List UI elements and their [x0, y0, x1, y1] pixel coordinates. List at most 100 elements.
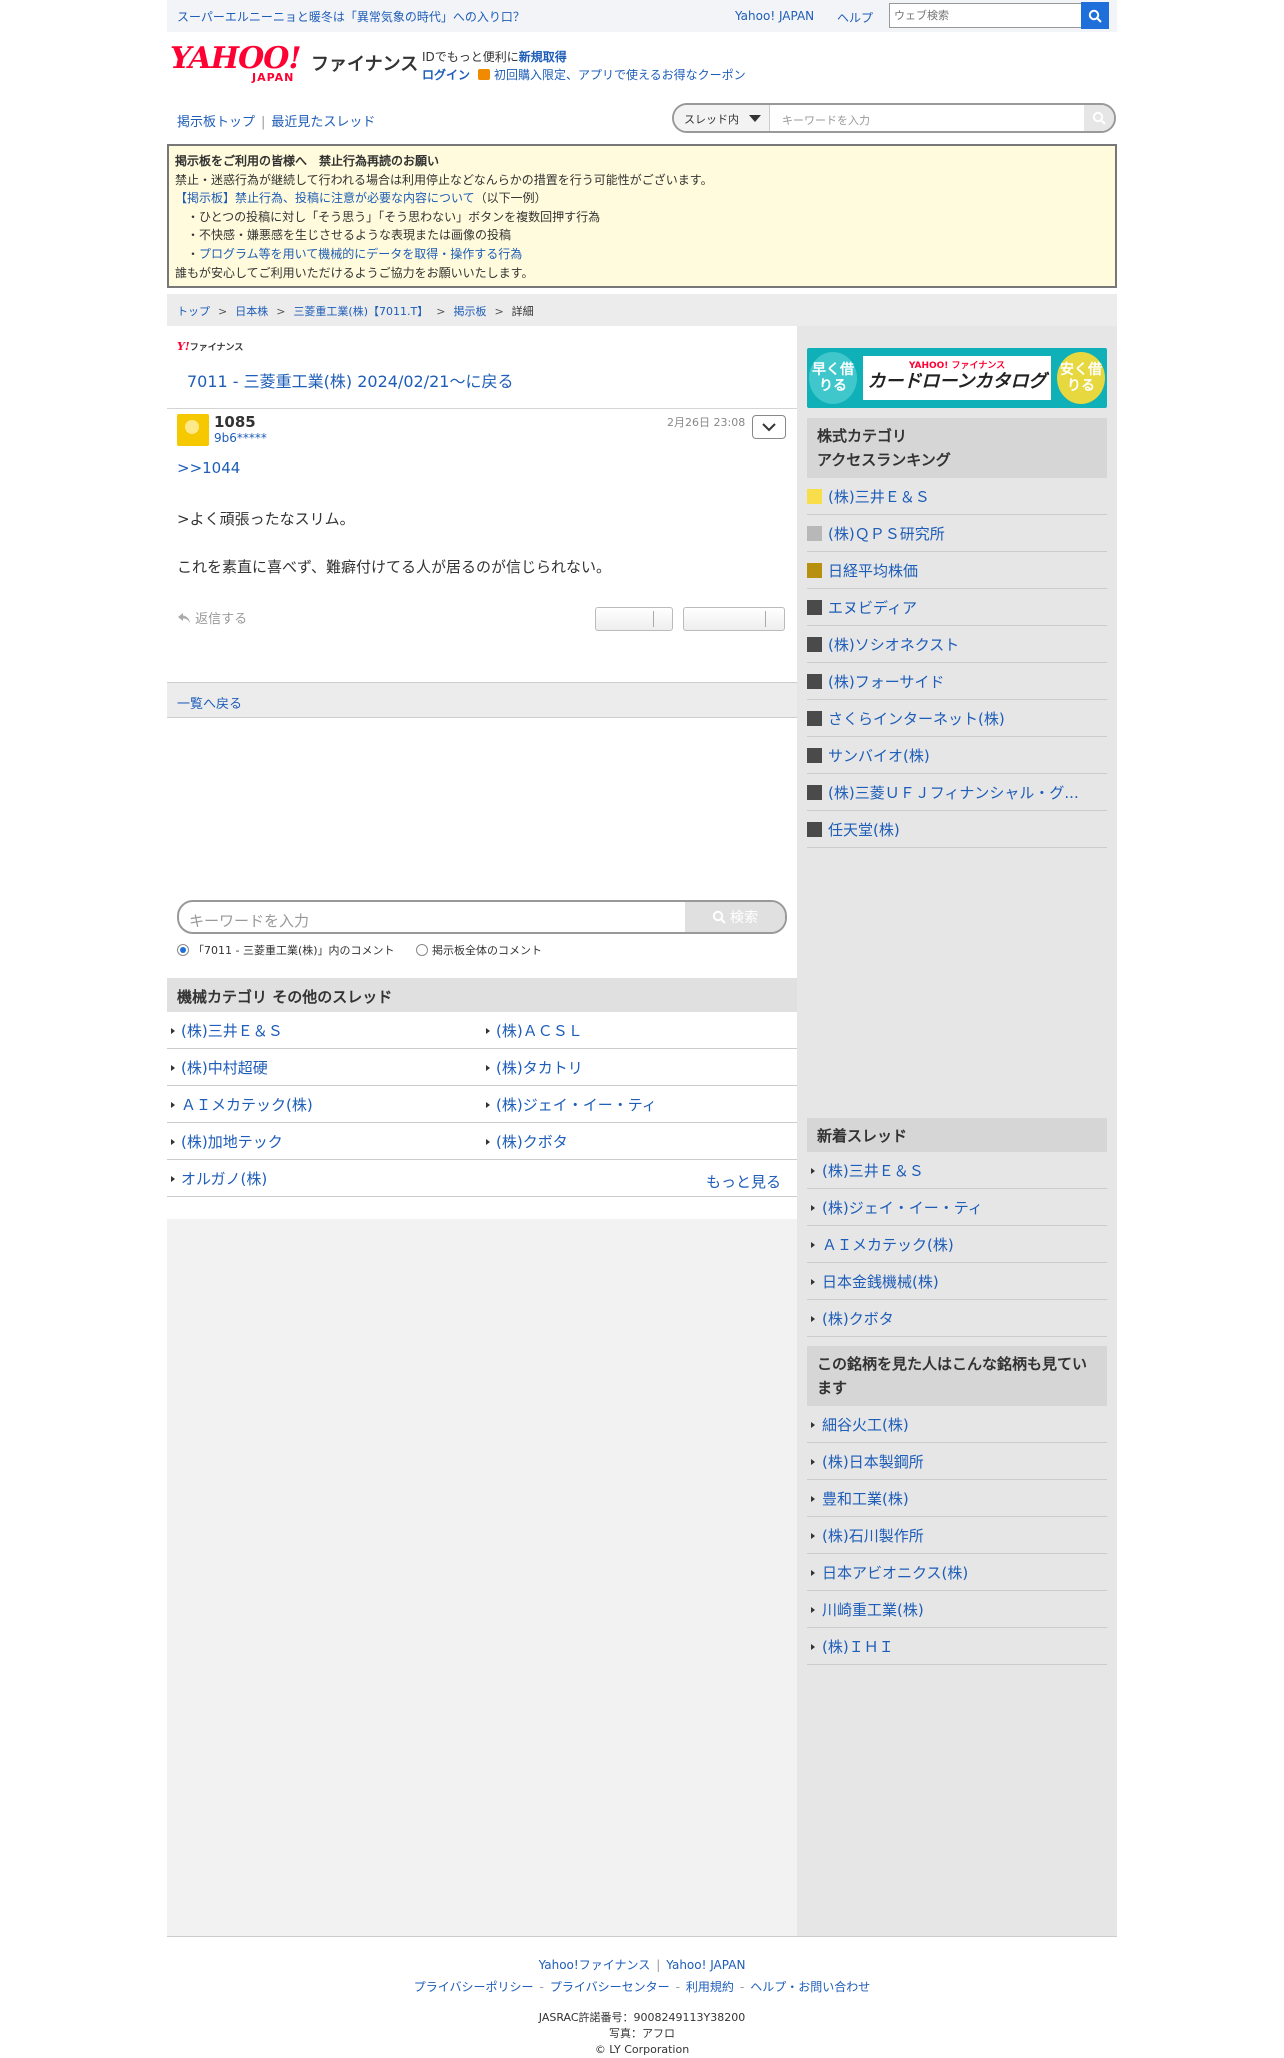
- id-text: IDでもっと便利に: [422, 50, 519, 64]
- thread-search-button[interactable]: [1084, 105, 1114, 131]
- login-link[interactable]: ログイン: [422, 68, 470, 82]
- also-viewed-item[interactable]: (株)石川製作所: [807, 1517, 1107, 1554]
- help-link[interactable]: ヘルプ: [837, 9, 873, 26]
- ranking-item-label: (株)三菱ＵＦＪフィナンシャル・グ...: [828, 784, 1079, 802]
- post-date: 2月26日 23:08: [667, 416, 746, 429]
- footer-yahoo-link[interactable]: Yahoo! JAPAN: [666, 1958, 745, 1972]
- prohibited-acts-link[interactable]: 【掲示板】禁止行為、投稿に注意が必要な内容について: [175, 191, 475, 205]
- disagree-button[interactable]: [683, 607, 785, 631]
- new-thread-item[interactable]: ＡＩメカテック(株): [807, 1226, 1107, 1263]
- notice-item-link[interactable]: プログラム等を用いて機械的にデータを取得・操作する行為: [199, 247, 522, 261]
- also-viewed-item[interactable]: (株)日本製鋼所: [807, 1443, 1107, 1480]
- ranking-item[interactable]: 任天堂(株): [807, 811, 1107, 848]
- breadcrumb-board[interactable]: 掲示板: [453, 305, 486, 318]
- signup-link[interactable]: 新規取得: [519, 50, 567, 64]
- also-viewed-item[interactable]: 豊和工業(株): [807, 1480, 1107, 1517]
- footer-divider: [167, 1936, 1117, 1937]
- ranking-item[interactable]: エヌビディア: [807, 589, 1107, 626]
- also-viewed-item[interactable]: 日本アビオニクス(株): [807, 1554, 1107, 1591]
- radio-selected[interactable]: [177, 944, 189, 956]
- ranking-item[interactable]: さくらインターネット(株): [807, 700, 1107, 737]
- ranking-item-label: さくらインターネット(株): [828, 710, 1005, 728]
- rank-marker-icon: [807, 489, 822, 504]
- finance-brand-small: Y!ファイナンス: [177, 340, 243, 353]
- footer-finance-link[interactable]: Yahoo!ファイナンス: [539, 1958, 651, 1972]
- new-thread-item[interactable]: (株)ジェイ・イー・ティ: [807, 1189, 1107, 1226]
- ranking-item[interactable]: (株)ＱＰＳ研究所: [807, 515, 1107, 552]
- breadcrumb-stock[interactable]: 三菱重工業(株)【7011.T】: [293, 305, 428, 318]
- notice-text: 禁止・迷惑行為が継続して行われる場合は利用停止などなんらかの措置を行う可能性がご…: [175, 172, 713, 187]
- service-title[interactable]: ファイナンス: [311, 50, 418, 76]
- new-thread-item[interactable]: (株)クボタ: [807, 1300, 1107, 1337]
- ranking-item-label: (株)ソシオネクスト: [828, 636, 960, 654]
- main-column-filler: [167, 1219, 797, 1936]
- thread-search-input[interactable]: キーワードを入力: [782, 112, 870, 128]
- category-thread-item[interactable]: オルガノ(株): [167, 1160, 797, 1197]
- also-viewed-item[interactable]: 川崎重工業(株): [807, 1591, 1107, 1628]
- ranking-item-label: (株)フォーサイド: [828, 673, 945, 691]
- back-to-list-link[interactable]: 一覧へ戻る: [177, 697, 242, 712]
- banner-brand: YAHOO! ファイナンス: [908, 361, 1006, 371]
- photo-credit: 写真：アフロ: [609, 2027, 675, 2040]
- ranking-heading: 株式カテゴリ アクセスランキング: [807, 418, 1107, 478]
- ranking-item[interactable]: (株)ソシオネクスト: [807, 626, 1107, 663]
- category-thread-item[interactable]: (株)タカトリ: [482, 1049, 797, 1086]
- board-top-link[interactable]: 掲示板トップ: [177, 115, 255, 130]
- ranking-item[interactable]: (株)三井Ｅ＆Ｓ: [807, 478, 1107, 515]
- category-thread-item[interactable]: (株)加地テック: [167, 1123, 482, 1160]
- also-viewed-item[interactable]: 細谷火工(株): [807, 1406, 1107, 1443]
- more-threads-link[interactable]: もっと見る: [706, 1171, 781, 1192]
- web-search-input[interactable]: [889, 3, 1089, 28]
- radio-unselected[interactable]: [416, 944, 428, 956]
- ranking-item-label: サンバイオ(株): [828, 747, 930, 765]
- reply-button[interactable]: 返信する: [177, 608, 247, 627]
- yahoo-japan-link[interactable]: Yahoo! JAPAN: [735, 9, 814, 23]
- promo-link[interactable]: スーパーエルニーニョと暖冬は「異常気象の時代」への入り口？: [177, 8, 525, 25]
- ranking-item[interactable]: (株)三菱ＵＦＪフィナンシャル・グ...: [807, 774, 1107, 811]
- terms-link[interactable]: 利用規約: [686, 1980, 734, 1994]
- new-thread-item[interactable]: (株)三井Ｅ＆Ｓ: [807, 1152, 1107, 1189]
- privacy-center-link[interactable]: プライバシーセンター: [550, 1980, 670, 1994]
- scope-board-option[interactable]: 掲示板全体のコメント: [416, 942, 542, 958]
- agree-button[interactable]: [595, 607, 673, 631]
- comment-search-input[interactable]: キーワードを入力: [189, 910, 309, 931]
- new-thread-item[interactable]: 日本金銭機械(株): [807, 1263, 1107, 1300]
- reply-reference-link[interactable]: >>1044: [177, 459, 240, 477]
- rank-marker-icon: [807, 674, 822, 689]
- rank-marker-icon: [807, 563, 822, 578]
- search-icon: [712, 910, 726, 924]
- scope-thread-option[interactable]: 「7011 - 三菱重工業(株)」内のコメント: [177, 942, 395, 958]
- also-viewed-item[interactable]: (株)ＩＨＩ: [807, 1628, 1107, 1665]
- user-avatar[interactable]: [177, 414, 209, 446]
- search-scope-select[interactable]: スレッド内: [674, 105, 770, 131]
- comment-search-button[interactable]: 検索: [685, 902, 785, 932]
- top-bar: スーパーエルニーニョと暖冬は「異常気象の時代」への入り口？ Yahoo! JAP…: [167, 0, 1117, 32]
- breadcrumb-top[interactable]: トップ: [177, 305, 210, 318]
- web-search-button[interactable]: [1081, 2, 1109, 29]
- rank-marker-icon: [807, 748, 822, 763]
- category-thread-item[interactable]: (株)ＡＣＳＬ: [482, 1012, 797, 1049]
- category-thread-item[interactable]: ＡＩメカテック(株): [167, 1086, 482, 1123]
- footer: Yahoo!ファイナンス | Yahoo! JAPAN プライバシーポリシー - プライ…: [0, 1956, 1284, 2058]
- ranking-item[interactable]: サンバイオ(株): [807, 737, 1107, 774]
- post-user-link[interactable]: 9b6*****: [214, 431, 267, 445]
- coupon-link[interactable]: 初回購入限定、アプリで使えるお得なクーポン: [494, 68, 746, 82]
- category-thread-item[interactable]: (株)中村超硬: [167, 1049, 482, 1086]
- card-loan-banner[interactable]: 早く借りる YAHOO! ファイナンス カードローンカタログ 安く借りる: [807, 348, 1107, 408]
- breadcrumb-japan-stocks[interactable]: 日本株: [235, 305, 268, 318]
- ranking-item[interactable]: (株)フォーサイド: [807, 663, 1107, 700]
- yahoo-japan-logo[interactable]: YAHOO! JAPAN: [170, 44, 310, 85]
- category-thread-item[interactable]: (株)クボタ: [482, 1123, 797, 1160]
- help-contact-link[interactable]: ヘルプ・お問い合わせ: [750, 1980, 870, 1994]
- back-to-thread-link[interactable]: 7011 - 三菱重工業(株) 2024/02/21〜に戻る: [187, 368, 513, 392]
- notice-title: 掲示板をご利用の皆様へ 禁止行為再読のお願い: [175, 154, 440, 168]
- post-menu-button[interactable]: [752, 415, 786, 439]
- scope-thread-label: 「7011 - 三菱重工業(株)」内のコメント: [193, 944, 395, 957]
- category-thread-item[interactable]: (株)三井Ｅ＆Ｓ: [167, 1012, 482, 1049]
- recent-threads-link[interactable]: 最近見たスレッド: [271, 115, 375, 130]
- search-icon: [1092, 111, 1106, 125]
- category-thread-item[interactable]: (株)ジェイ・イー・ティ: [482, 1086, 797, 1123]
- privacy-policy-link[interactable]: プライバシーポリシー: [414, 1980, 534, 1994]
- id-promo: IDでもっと便利に新規取得: [422, 48, 567, 65]
- ranking-item[interactable]: 日経平均株価: [807, 552, 1107, 589]
